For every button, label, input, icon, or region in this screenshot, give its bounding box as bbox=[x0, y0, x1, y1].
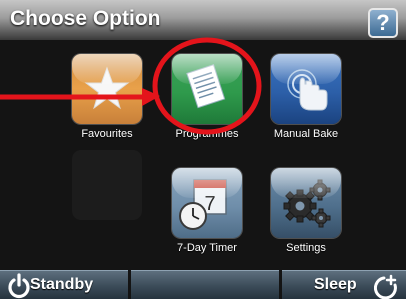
highlight-annotation bbox=[0, 37, 262, 135]
highlight-circle bbox=[152, 37, 262, 135]
